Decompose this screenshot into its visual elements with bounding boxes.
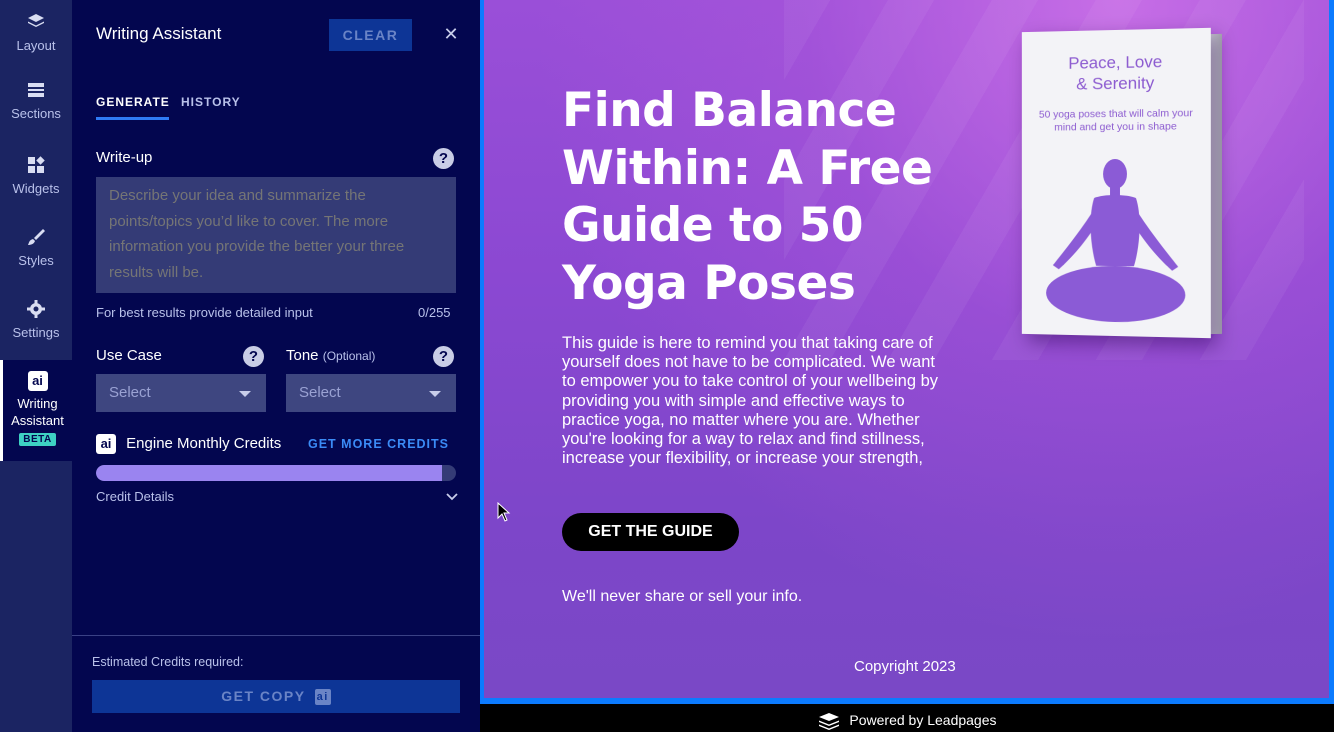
left-nav-rail: Layout Sections Widgets Styles Settings … — [0, 0, 72, 732]
ai-icon: ai — [96, 434, 116, 454]
clear-button[interactable]: CLEAR — [329, 19, 412, 51]
book-title-line: & Serenity — [1076, 73, 1155, 94]
char-counter: 0/255 — [418, 305, 451, 320]
use-case-value: Select — [109, 384, 151, 401]
use-case-label: Use Case — [96, 347, 162, 364]
rail-item-writing-assistant[interactable]: ai Writing Assistant BETA — [0, 360, 72, 461]
rail-item-label: Styles — [18, 253, 54, 268]
panel-title: Writing Assistant — [96, 24, 222, 43]
writeup-textarea[interactable] — [96, 177, 456, 293]
copyright-text[interactable]: Copyright 2023 — [854, 658, 956, 675]
tone-help-icon[interactable]: ? — [433, 346, 454, 367]
rail-item-label: Writing — [17, 396, 58, 411]
beta-badge: BETA — [19, 433, 56, 446]
writeup-hint: For best results provide detailed input — [96, 305, 313, 320]
use-case-help-icon[interactable]: ? — [243, 346, 264, 367]
active-tab-indicator — [96, 117, 169, 120]
tab-history[interactable]: HISTORY — [181, 95, 241, 109]
get-copy-button[interactable]: GET COPY ai — [92, 680, 460, 713]
get-more-credits-link[interactable]: GET MORE CREDITS — [308, 437, 449, 451]
widgets-icon — [28, 156, 45, 173]
book-title: Peace, Love & Serenity — [1022, 50, 1211, 95]
credit-details-label[interactable]: Credit Details — [96, 489, 174, 504]
tone-select[interactable]: Select — [286, 374, 456, 412]
use-case-select[interactable]: Select — [96, 374, 266, 412]
privacy-note[interactable]: We'll never share or sell your info. — [562, 588, 802, 606]
page-headline[interactable]: Find Balance Within: A Free Guide to 50 … — [562, 82, 942, 312]
credits-progress-fill — [96, 465, 442, 481]
rail-item-label: Settings — [12, 325, 60, 340]
brush-icon — [28, 229, 45, 245]
rail-item-label: Assistant — [11, 413, 64, 428]
rail-item-widgets[interactable]: Widgets — [0, 155, 72, 215]
page-body-text[interactable]: This guide is here to remind you that ta… — [562, 334, 952, 468]
credits-label: Engine Monthly Credits — [126, 435, 282, 452]
chevron-down-icon — [239, 391, 251, 397]
chevron-down-icon[interactable] — [445, 489, 459, 503]
credits-progress-bar — [96, 465, 456, 481]
get-copy-label: GET COPY — [221, 688, 306, 704]
layers-icon — [28, 14, 44, 27]
mouse-cursor-icon — [497, 502, 511, 522]
ebook-cover-image[interactable]: Peace, Love & Serenity 50 yoga poses tha… — [1020, 27, 1222, 340]
estimated-credits-label: Estimated Credits required: — [92, 655, 244, 669]
ai-icon: ai — [314, 689, 331, 706]
divider — [72, 635, 480, 636]
credits-row: ai Engine Monthly Credits — [96, 434, 281, 454]
yoga-figure-icon — [1046, 158, 1186, 324]
book-subtitle: 50 yoga poses that will calm your mind a… — [1038, 107, 1193, 134]
powered-by-footer[interactable]: Powered by Leadpages — [480, 704, 1334, 732]
tone-label-text: Tone — [286, 347, 319, 364]
leadpages-logo-icon — [818, 713, 839, 731]
rail-item-label: Widgets — [12, 181, 60, 196]
powered-by-label: Powered by Leadpages — [849, 712, 997, 728]
rail-item-label: Sections — [11, 106, 61, 121]
tone-optional-text: (Optional) — [322, 349, 376, 363]
chevron-down-icon — [429, 391, 441, 397]
rail-item-settings[interactable]: Settings — [0, 299, 72, 359]
close-icon[interactable]: ✕ — [441, 24, 461, 44]
writeup-help-icon[interactable]: ? — [433, 148, 454, 169]
writeup-label: Write-up — [96, 149, 153, 166]
book-cover: Peace, Love & Serenity 50 yoga poses tha… — [1021, 27, 1211, 339]
tone-value: Select — [299, 384, 341, 401]
rail-item-label: Layout — [16, 38, 56, 53]
get-the-guide-button[interactable]: GET THE GUIDE — [562, 513, 739, 551]
sections-icon — [28, 83, 44, 97]
rail-item-styles[interactable]: Styles — [0, 227, 72, 287]
gear-icon — [27, 300, 45, 318]
writing-assistant-panel: Writing Assistant CLEAR ✕ GENERATE HISTO… — [72, 0, 480, 732]
rail-item-sections[interactable]: Sections — [0, 80, 72, 140]
landing-page-preview[interactable]: Find Balance Within: A Free Guide to 50 … — [484, 0, 1329, 698]
rail-item-layout[interactable]: Layout — [0, 12, 72, 72]
ai-icon: ai — [27, 371, 48, 391]
tone-label: Tone (Optional) — [286, 347, 375, 364]
tab-generate[interactable]: GENERATE — [96, 95, 170, 109]
